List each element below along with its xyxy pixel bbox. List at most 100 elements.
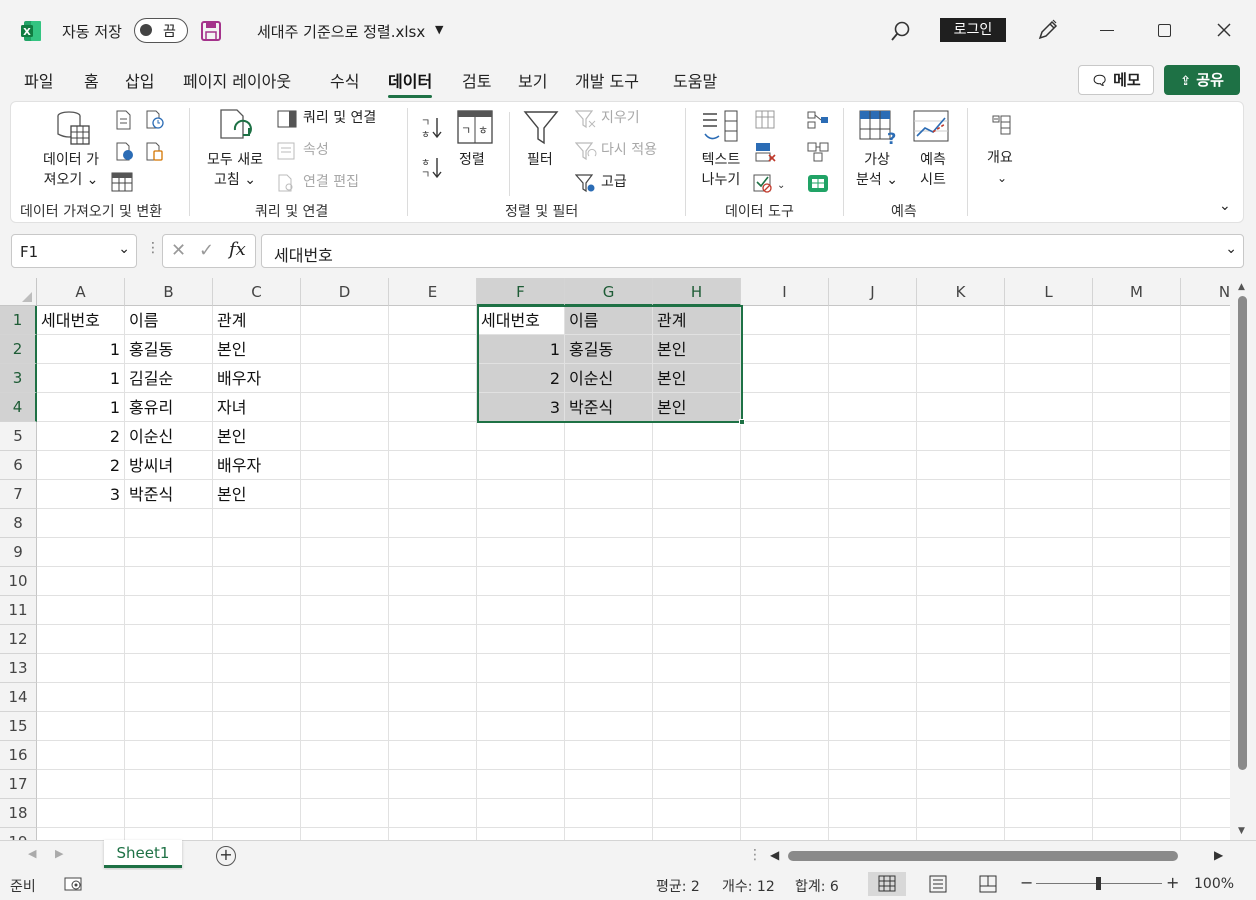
column-header-d[interactable]: D xyxy=(301,278,389,306)
column-header-c[interactable]: C xyxy=(213,278,301,306)
tab-formulas[interactable]: 수식 xyxy=(330,68,359,92)
text-to-columns-icon[interactable] xyxy=(701,110,741,146)
row-header-16[interactable]: 16 xyxy=(0,741,37,770)
pen-icon[interactable] xyxy=(1036,18,1060,42)
cell-b3[interactable]: 김길순 xyxy=(125,364,212,392)
filename[interactable]: 세대주 기준으로 정렬.xlsx xyxy=(257,21,425,42)
filter-icon[interactable] xyxy=(523,110,559,146)
what-if-icon[interactable]: ? xyxy=(859,110,897,148)
queries-connections-icon[interactable] xyxy=(277,110,297,128)
add-sheet-icon[interactable]: + xyxy=(216,846,236,866)
close-icon[interactable] xyxy=(1216,22,1232,38)
existing-connections-icon[interactable] xyxy=(145,142,165,162)
vertical-scrollbar[interactable]: ▲ ▼ xyxy=(1230,278,1256,840)
row-header-6[interactable]: 6 xyxy=(0,451,37,480)
get-data-icon[interactable] xyxy=(55,110,91,146)
row-header-13[interactable]: 13 xyxy=(0,654,37,683)
filename-dropdown-icon[interactable]: ▼ xyxy=(435,23,443,36)
column-header-j[interactable]: J xyxy=(829,278,917,306)
column-header-f[interactable]: F xyxy=(477,278,565,306)
prev-sheet-icon[interactable]: ◀ xyxy=(28,847,36,860)
column-header-e[interactable]: E xyxy=(389,278,477,306)
sort-descending-icon[interactable]: ㅎㄱ xyxy=(419,154,443,181)
column-header-m[interactable]: M xyxy=(1093,278,1181,306)
outline-dropdown-icon[interactable]: ⌄ xyxy=(997,168,1007,188)
cell-a6[interactable]: 2 xyxy=(37,451,124,479)
cell-c2[interactable]: 본인 xyxy=(213,335,300,363)
queries-connections-button[interactable]: 쿼리 및 연결 xyxy=(303,108,376,128)
zoom-in-icon[interactable]: + xyxy=(1166,873,1179,892)
zoom-out-icon[interactable]: − xyxy=(1020,873,1033,892)
tab-splitter-icon[interactable]: ⋮ xyxy=(748,847,762,863)
row-header-15[interactable]: 15 xyxy=(0,712,37,741)
flash-fill-icon[interactable] xyxy=(755,110,777,130)
what-if-button[interactable]: 가상 분석 ⌄ xyxy=(851,150,903,190)
cell-b5[interactable]: 이순신 xyxy=(125,422,212,450)
tab-page-layout[interactable]: 페이지 레이아웃 xyxy=(183,68,291,92)
cell-c7[interactable]: 본인 xyxy=(213,480,300,508)
cell-c5[interactable]: 본인 xyxy=(213,422,300,450)
cell-b1[interactable]: 이름 xyxy=(125,306,212,334)
name-box[interactable]: F1 ⌄ xyxy=(11,234,137,268)
search-icon[interactable] xyxy=(890,20,912,42)
outline-button[interactable]: 개요 xyxy=(987,148,1013,168)
scroll-down-icon[interactable]: ▼ xyxy=(1238,826,1245,836)
refresh-all-button[interactable]: 모두 새로 고침 ⌄ xyxy=(197,150,273,190)
data-validation-icon[interactable]: ⌄ xyxy=(753,172,789,194)
vertical-scroll-thumb[interactable] xyxy=(1238,296,1247,770)
autosave-toggle[interactable]: 끔 xyxy=(134,18,188,43)
tab-file[interactable]: 파일 xyxy=(24,68,53,92)
tab-insert[interactable]: 삽입 xyxy=(125,68,154,92)
outline-icon[interactable] xyxy=(991,114,1013,136)
row-header-2[interactable]: 2 xyxy=(0,335,37,364)
row-header-14[interactable]: 14 xyxy=(0,683,37,712)
sort-ascending-icon[interactable]: ㄱㅎ xyxy=(419,114,443,141)
page-layout-view-icon[interactable] xyxy=(928,875,948,893)
horizontal-scroll-thumb[interactable] xyxy=(788,851,1178,861)
cell-c1[interactable]: 관계 xyxy=(213,306,300,334)
refresh-all-icon[interactable] xyxy=(215,108,255,148)
cell-a1[interactable]: 세대번호 xyxy=(37,306,124,334)
from-web-icon[interactable] xyxy=(115,142,135,162)
share-button[interactable]: ⇪ 공유 xyxy=(1164,65,1240,95)
column-header-l[interactable]: L xyxy=(1005,278,1093,306)
memo-button[interactable]: 🗨 메모 xyxy=(1078,65,1154,95)
cell-a7[interactable]: 3 xyxy=(37,480,124,508)
cell-b4[interactable]: 홍유리 xyxy=(125,393,212,421)
row-header-19[interactable]: 19 xyxy=(0,828,37,840)
zoom-slider[interactable] xyxy=(1036,877,1162,890)
tab-help[interactable]: 도움말 xyxy=(673,68,717,92)
advanced-button[interactable]: 고급 xyxy=(601,172,627,192)
scroll-left-icon[interactable]: ◀ xyxy=(770,848,779,862)
row-header-12[interactable]: 12 xyxy=(0,625,37,654)
row-header-11[interactable]: 11 xyxy=(0,596,37,625)
sort-button[interactable]: 정렬 xyxy=(459,150,485,170)
from-text-icon[interactable] xyxy=(115,110,133,130)
cell-b7[interactable]: 박준식 xyxy=(125,480,212,508)
save-icon[interactable] xyxy=(200,20,222,42)
insert-function-icon[interactable]: fx xyxy=(229,239,246,260)
row-header-4[interactable]: 4 xyxy=(0,393,37,422)
zoom-level[interactable]: 100% xyxy=(1194,876,1234,892)
tab-developer[interactable]: 개발 도구 xyxy=(575,68,639,92)
scroll-right-icon[interactable]: ▶ xyxy=(1214,848,1223,862)
row-header-8[interactable]: 8 xyxy=(0,509,37,538)
remove-duplicates-icon[interactable] xyxy=(755,142,777,164)
forecast-sheet-button[interactable]: 예측 시트 xyxy=(907,150,959,190)
column-header-a[interactable]: A xyxy=(37,278,125,306)
fill-handle[interactable] xyxy=(739,419,745,425)
tab-home[interactable]: 홈 xyxy=(84,68,99,92)
data-model-icon[interactable] xyxy=(807,172,829,194)
cell-a2[interactable]: 1 xyxy=(37,335,124,363)
forecast-sheet-icon[interactable] xyxy=(913,110,951,146)
get-data-button[interactable]: 데이터 가 져오기 ⌄ xyxy=(31,150,111,190)
row-header-17[interactable]: 17 xyxy=(0,770,37,799)
filter-button[interactable]: 필터 xyxy=(527,150,553,170)
tab-view[interactable]: 보기 xyxy=(518,68,547,92)
column-header-k[interactable]: K xyxy=(917,278,1005,306)
row-header-9[interactable]: 9 xyxy=(0,538,37,567)
row-header-7[interactable]: 7 xyxy=(0,480,37,509)
formula-input[interactable]: 세대번호 ⌄ xyxy=(261,234,1244,268)
ribbon-collapse-icon[interactable]: ⌄ xyxy=(1219,196,1231,216)
tab-review[interactable]: 검토 xyxy=(462,68,491,92)
